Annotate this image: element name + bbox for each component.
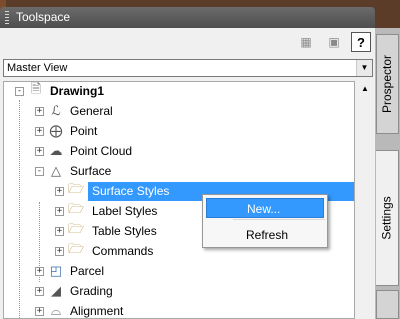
tree-scrollbar[interactable]: ▲ <box>357 81 373 319</box>
tree-item-label: Parcel <box>70 264 105 278</box>
menu-item-refresh[interactable]: Refresh <box>206 225 324 245</box>
tab-settings-label: Settings <box>380 196 395 240</box>
view-selector-value: Master View <box>7 62 68 74</box>
tree-item-label: Commands <box>92 244 154 258</box>
tree-item-label: Point Cloud <box>70 144 133 158</box>
point-cloud-icon: ☁ <box>49 143 63 158</box>
tree-view-icon[interactable]: ▦ <box>296 32 316 52</box>
parcel-icon: ◰ <box>49 263 63 278</box>
collapse-icon[interactable]: - <box>35 167 44 176</box>
tree-root[interactable]: - 🗎 Drawing1 <box>4 82 354 101</box>
point-icon: ⨁ <box>49 123 63 138</box>
toolspace-panel: ▦ ▣ ? Master View ▼ - 🗎 Drawing1 + ℒ Gen… <box>0 28 375 319</box>
side-tabs: Prospector Settings <box>375 28 400 319</box>
scroll-up-icon[interactable]: ▲ <box>357 81 373 97</box>
tree-item-label: Surface <box>70 164 112 178</box>
folder-icon: 🗁 <box>67 201 85 216</box>
menu-item-new[interactable]: New... <box>206 198 324 218</box>
expand-icon[interactable]: + <box>55 227 64 236</box>
menu-separator <box>233 219 325 220</box>
expand-icon[interactable]: + <box>35 307 44 316</box>
tab-partial[interactable] <box>376 290 399 319</box>
folder-icon: 🗁 <box>67 241 85 256</box>
grip-icon[interactable] <box>5 11 9 24</box>
item-view-icon[interactable]: ▣ <box>324 32 344 52</box>
grading-icon: ◢ <box>51 283 61 298</box>
expand-icon[interactable]: + <box>35 127 44 136</box>
expand-icon[interactable]: + <box>55 207 64 216</box>
tree-item-alignment[interactable]: + ⌓ Alignment <box>4 302 354 318</box>
tree-item-label: Grading <box>70 284 113 298</box>
tree-item-surface[interactable]: - △ Surface <box>4 162 354 181</box>
tab-settings[interactable]: Settings <box>376 150 399 286</box>
help-button[interactable]: ? <box>351 32 371 52</box>
tab-prospector[interactable]: Prospector <box>376 34 399 134</box>
tree-item-label: Point <box>70 124 98 138</box>
expand-icon[interactable]: + <box>35 107 44 116</box>
expand-icon[interactable]: + <box>35 147 44 156</box>
tree-item-point[interactable]: + ⨁ Point <box>4 122 354 141</box>
chevron-down-icon[interactable]: ▼ <box>356 60 372 76</box>
expand-icon[interactable]: + <box>35 267 44 276</box>
tree-item-label: Label Styles <box>92 204 158 218</box>
tree-root-label: Drawing1 <box>50 84 105 98</box>
tree-item-label: Alignment <box>70 304 124 318</box>
window-title: Toolspace <box>16 10 71 24</box>
tab-prospector-label: Prospector <box>380 54 395 114</box>
tree-item-general[interactable]: + ℒ General <box>4 102 354 121</box>
collapse-icon[interactable]: - <box>15 87 24 96</box>
tree-item-label: Table Styles <box>92 224 157 238</box>
toolspace-titlebar[interactable]: Toolspace <box>0 7 375 28</box>
context-menu: New... Refresh <box>202 194 328 248</box>
tree-item-parcel[interactable]: + ◰ Parcel <box>4 262 354 281</box>
expand-icon[interactable]: + <box>55 187 64 196</box>
alignment-icon: ⌓ <box>50 303 62 318</box>
expand-icon[interactable]: + <box>55 247 64 256</box>
tree-item-point-cloud[interactable]: + ☁ Point Cloud <box>4 142 354 161</box>
tree-item-label: General <box>70 104 113 118</box>
folder-icon: 🗁 <box>67 221 85 236</box>
general-icon: ℒ <box>51 103 61 118</box>
surface-icon: △ <box>51 163 61 178</box>
tree-item-grading[interactable]: + ◢ Grading <box>4 282 354 301</box>
folder-icon: 🗁 <box>67 181 85 196</box>
drawing-icon: 🗎 <box>30 81 42 96</box>
expand-icon[interactable]: + <box>35 287 44 296</box>
view-selector[interactable]: Master View ▼ <box>3 59 373 77</box>
